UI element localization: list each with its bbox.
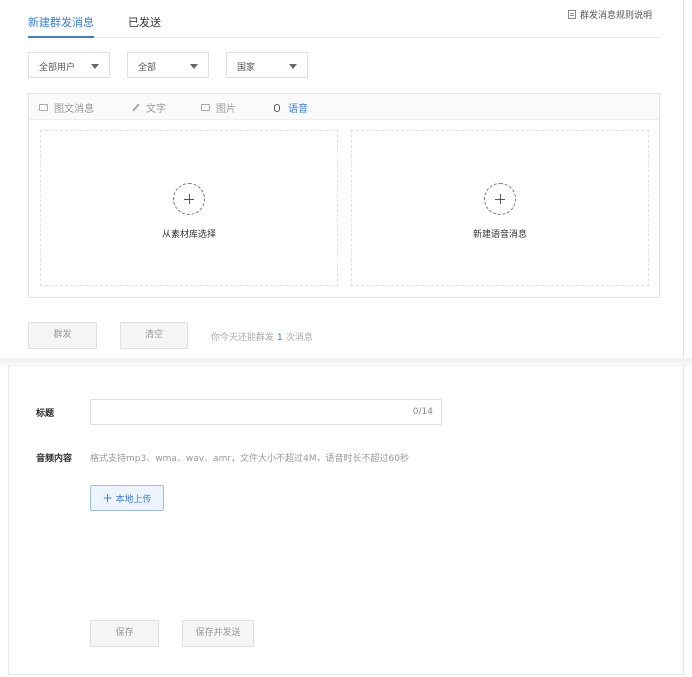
send-button[interactable]: 群发 [28,322,97,349]
caret-down-icon [190,64,198,69]
create-voice-message[interactable]: 新建语音消息 [351,130,649,286]
tab-new-mass-message[interactable]: 新建群发消息 [28,16,94,38]
user-filter-value: 全部用户 [39,63,76,73]
type-text-label: 文字 [146,104,166,115]
image-text-icon [39,104,48,111]
region-filter-value: 国家 [237,63,256,73]
title-label: 标题 [36,409,55,419]
rules-link-label: 群发消息规则说明 [579,11,652,21]
plus-circle-icon [484,183,516,215]
choose-from-library-label: 从素材库选择 [161,230,216,240]
tab-sent[interactable]: 已发送 [128,16,161,30]
save-button[interactable]: 保存 [90,620,159,647]
message-type-bar: 图文消息 文字 图片 语音 [29,94,659,120]
panel-divider [683,0,684,358]
save-and-send-button[interactable]: 保存并发送 [182,620,254,647]
type-voice[interactable]: 语音 [274,100,308,115]
type-image[interactable]: 图片 [201,100,236,115]
document-icon [567,10,576,19]
clear-button[interactable]: 清空 [120,322,188,349]
audio-content-label: 音频内容 [36,454,73,464]
tab-bar: 新建群发消息 已发送 [28,0,660,38]
message-editor: 图文消息 文字 图片 语音 从素材库选择 新建语音消息 [28,93,660,298]
quota-count: 1 [277,333,283,343]
local-upload-button[interactable]: + 本地上传 [90,485,164,511]
voice-editor-panel: 标题 0/14 音频内容 格式支持mp3、wma、wav、amr，文件大小不超过… [8,365,684,675]
choose-from-library[interactable]: 从素材库选择 [40,130,338,286]
user-filter-select[interactable]: 全部用户 [28,52,110,78]
caret-down-icon [91,64,99,69]
title-counter: 0/14 [412,407,433,417]
group-filter-select[interactable]: 全部 [127,52,209,78]
type-image-label: 图片 [216,104,236,115]
type-text[interactable]: 文字 [131,100,166,115]
create-voice-message-label: 新建语音消息 [472,230,527,240]
local-upload-label: 本地上传 [115,495,152,505]
type-image-text[interactable]: 图文消息 [39,100,94,115]
type-image-text-label: 图文消息 [54,104,94,115]
rules-link[interactable]: 群发消息规则说明 [567,8,652,21]
send-quota: 你今天还能群发 1 次消息 [211,330,313,343]
title-input[interactable]: 0/14 [90,399,442,425]
group-filter-value: 全部 [138,63,157,73]
plus-icon: + [102,491,113,505]
mass-message-panel: 新建群发消息 已发送 群发消息规则说明 全部用户 全部 国家 图文消息 文字 图… [0,0,683,358]
type-voice-label: 语音 [288,104,308,115]
plus-circle-icon [173,183,205,215]
picture-icon [201,104,210,111]
quota-prefix: 你今天还能群发 [211,333,275,343]
region-filter-select[interactable]: 国家 [226,52,308,78]
caret-down-icon [289,64,297,69]
quota-suffix: 次消息 [285,333,313,343]
mic-icon [274,103,280,112]
pencil-icon [131,103,140,112]
audio-format-hint: 格式支持mp3、wma、wav、amr，文件大小不超过4M，语音时长不超过60秒 [90,454,409,464]
